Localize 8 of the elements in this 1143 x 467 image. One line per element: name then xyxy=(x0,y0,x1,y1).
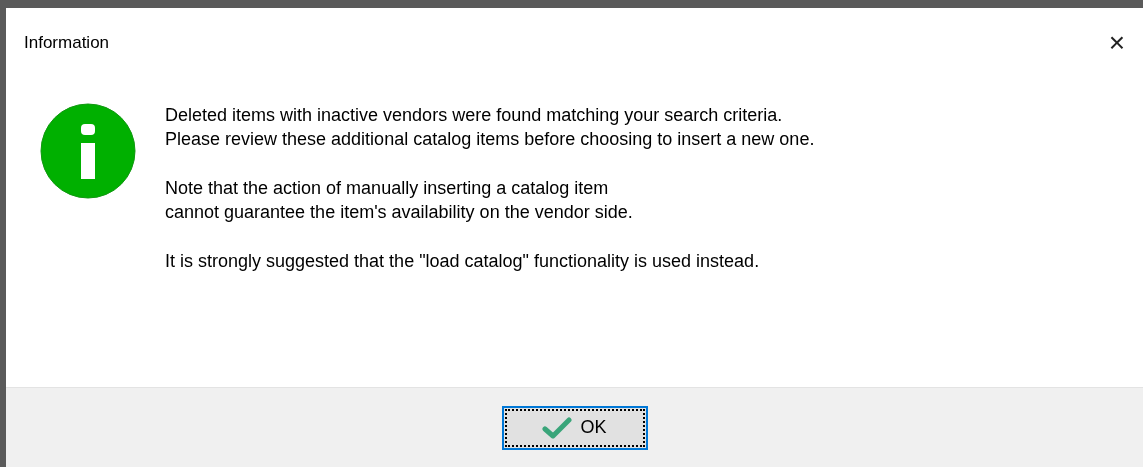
close-button[interactable]: × xyxy=(1104,29,1129,57)
info-icon xyxy=(40,103,136,199)
message-text: Note that the action of manually inserting a catalog item cannot guarantee the item's availability on the vendor side. xyxy=(165,177,634,224)
checkmark-icon xyxy=(542,416,573,439)
ok-button[interactable]: OK xyxy=(501,405,648,450)
message-text: Deleted items with inactive vendors were found matching your search criteria. Please review these additional catalog items before choosing to insert a new one. xyxy=(165,104,815,151)
window-title: Information xyxy=(24,32,110,55)
message-text: It is strongly suggested that the "load catalog" functionality is used instead. xyxy=(165,250,761,273)
